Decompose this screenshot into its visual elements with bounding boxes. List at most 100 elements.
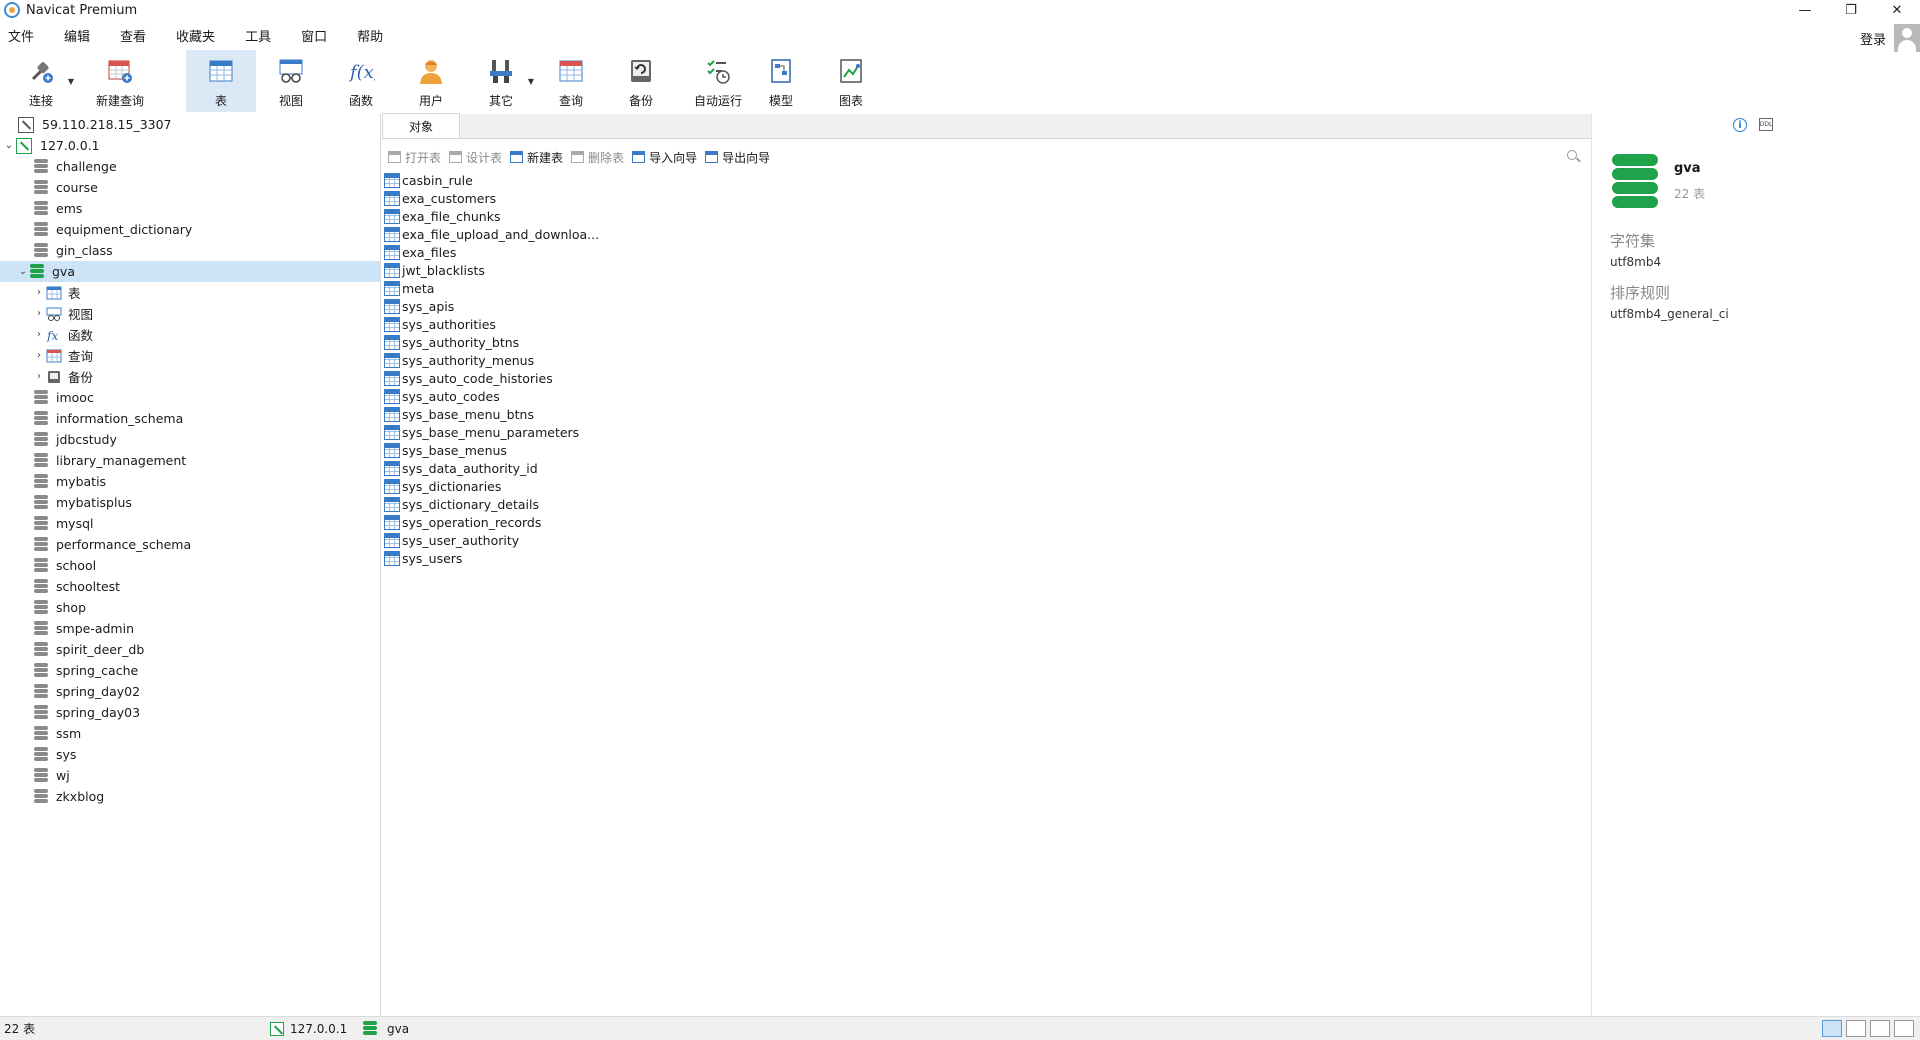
- chevron-down-icon[interactable]: ⌄: [16, 266, 30, 277]
- tree-database[interactable]: gin_class: [0, 240, 380, 261]
- menu-item[interactable]: 收藏夹: [168, 26, 227, 45]
- export-wizard-button[interactable]: 导出向导: [705, 149, 770, 166]
- grid-view-icon[interactable]: [1870, 1020, 1890, 1037]
- table-row[interactable]: sys_authorities: [382, 315, 1591, 333]
- detail-view-icon[interactable]: [1846, 1020, 1866, 1037]
- close-button[interactable]: ✕: [1874, 0, 1920, 20]
- tree-database[interactable]: sys: [0, 744, 380, 765]
- tree-database[interactable]: spring_day03: [0, 702, 380, 723]
- chevron-down-icon[interactable]: ▼: [68, 77, 74, 86]
- table-row[interactable]: sys_apis: [382, 297, 1591, 315]
- import-wizard-button[interactable]: 导入向导: [632, 149, 697, 166]
- table-row[interactable]: jwt_blacklists: [382, 261, 1591, 279]
- toolbar-button-plug[interactable]: 连接 ▼: [6, 50, 76, 112]
- tree-database[interactable]: wj: [0, 765, 380, 786]
- tree-database[interactable]: spring_day02: [0, 681, 380, 702]
- open-table-button[interactable]: 打开表: [388, 149, 441, 166]
- table-row[interactable]: exa_files: [382, 243, 1591, 261]
- table-row[interactable]: sys_dictionary_details: [382, 495, 1591, 513]
- tree-database[interactable]: school: [0, 555, 380, 576]
- login-link[interactable]: 登录: [1860, 29, 1886, 48]
- tree-database[interactable]: library_management: [0, 450, 380, 471]
- chevron-right-icon[interactable]: ›: [32, 371, 46, 382]
- chevron-right-icon[interactable]: ›: [32, 287, 46, 298]
- search-icon[interactable]: [1567, 150, 1577, 160]
- tree-database[interactable]: ⌄ gva: [0, 261, 380, 282]
- table-row[interactable]: sys_dictionaries: [382, 477, 1591, 495]
- table-row[interactable]: exa_customers: [382, 189, 1591, 207]
- tree-database[interactable]: zkxblog: [0, 786, 380, 807]
- tree-database[interactable]: mybatisplus: [0, 492, 380, 513]
- menu-item[interactable]: 帮助: [349, 26, 395, 45]
- info-icon[interactable]: i: [1733, 118, 1747, 132]
- table-row[interactable]: sys_authority_btns: [382, 333, 1591, 351]
- toolbar-button-chart[interactable]: 图表: [816, 50, 886, 112]
- tree-database[interactable]: jdbcstudy: [0, 429, 380, 450]
- minimize-button[interactable]: —: [1782, 0, 1828, 20]
- menu-item[interactable]: 窗口: [293, 26, 339, 45]
- chevron-down-icon[interactable]: ⌄: [2, 140, 16, 151]
- tree-database[interactable]: ems: [0, 198, 380, 219]
- tree-database[interactable]: mysql: [0, 513, 380, 534]
- table-row[interactable]: exa_file_chunks: [382, 207, 1591, 225]
- tree-database[interactable]: information_schema: [0, 408, 380, 429]
- tree-database[interactable]: schooltest: [0, 576, 380, 597]
- tree-database[interactable]: ssm: [0, 723, 380, 744]
- tree-object-group[interactable]: › 查询: [0, 345, 380, 366]
- table-row[interactable]: sys_base_menu_parameters: [382, 423, 1591, 441]
- table-row[interactable]: sys_base_menu_btns: [382, 405, 1591, 423]
- toolbar-button-query[interactable]: 查询: [536, 50, 606, 112]
- toolbar-button-new-query[interactable]: 新建查询: [78, 50, 162, 112]
- tree-database[interactable]: challenge: [0, 156, 380, 177]
- table-row[interactable]: sys_auto_codes: [382, 387, 1591, 405]
- table-row[interactable]: casbin_rule: [382, 171, 1591, 189]
- toolbar-button-tools[interactable]: 其它 ▼: [466, 50, 536, 112]
- tree-database[interactable]: shop: [0, 597, 380, 618]
- toolbar-button-user[interactable]: 用户: [396, 50, 466, 112]
- table-row[interactable]: sys_auto_code_histories: [382, 369, 1591, 387]
- toolbar-button-table[interactable]: 表: [186, 50, 256, 112]
- table-row[interactable]: sys_user_authority: [382, 531, 1591, 549]
- delete-table-button[interactable]: 删除表: [571, 149, 624, 166]
- tab-objects[interactable]: 对象: [382, 113, 460, 138]
- tree-object-group[interactable]: › 表: [0, 282, 380, 303]
- user-avatar-icon[interactable]: [1894, 24, 1920, 52]
- chevron-right-icon[interactable]: ›: [32, 350, 46, 361]
- menu-item[interactable]: 查看: [112, 26, 158, 45]
- new-table-button[interactable]: 新建表: [510, 149, 563, 166]
- ddl-icon[interactable]: DDL: [1759, 118, 1773, 131]
- tree-object-group[interactable]: › 视图: [0, 303, 380, 324]
- chevron-right-icon[interactable]: ›: [32, 308, 46, 319]
- tree-database[interactable]: spirit_deer_db: [0, 639, 380, 660]
- chevron-down-icon[interactable]: ▼: [528, 77, 534, 86]
- tree-database[interactable]: smpe-admin: [0, 618, 380, 639]
- tree-connection[interactable]: ⌄ 127.0.0.1: [0, 135, 380, 156]
- table-row[interactable]: meta: [382, 279, 1591, 297]
- table-row[interactable]: sys_data_authority_id: [382, 459, 1591, 477]
- table-row[interactable]: sys_users: [382, 549, 1591, 567]
- toolbar-button-model[interactable]: 模型: [746, 50, 816, 112]
- toolbar-button-view[interactable]: 视图: [256, 50, 326, 112]
- design-table-button[interactable]: 设计表: [449, 149, 502, 166]
- tree-database[interactable]: equipment_dictionary: [0, 219, 380, 240]
- menu-item[interactable]: 编辑: [56, 26, 102, 45]
- table-row[interactable]: sys_authority_menus: [382, 351, 1591, 369]
- tree-database[interactable]: mybatis: [0, 471, 380, 492]
- tree-connection[interactable]: 59.110.218.15_3307: [0, 114, 380, 135]
- tree-database[interactable]: performance_schema: [0, 534, 380, 555]
- tree-object-group[interactable]: › fx 函数: [0, 324, 380, 345]
- restore-button[interactable]: ❐: [1828, 0, 1874, 20]
- list-view-icon[interactable]: [1822, 1020, 1842, 1037]
- toolbar-button-backup[interactable]: 备份: [606, 50, 676, 112]
- tree-object-group[interactable]: › 备份: [0, 366, 380, 387]
- table-row[interactable]: sys_base_menus: [382, 441, 1591, 459]
- toolbar-button-function[interactable]: f(x) 函数: [326, 50, 396, 112]
- menu-item[interactable]: 文件: [0, 26, 46, 45]
- table-row[interactable]: sys_operation_records: [382, 513, 1591, 531]
- menu-item[interactable]: 工具: [237, 26, 283, 45]
- table-row[interactable]: exa_file_upload_and_downloa...: [382, 225, 1591, 243]
- er-view-icon[interactable]: [1894, 1020, 1914, 1037]
- tree-database[interactable]: imooc: [0, 387, 380, 408]
- tree-database[interactable]: course: [0, 177, 380, 198]
- chevron-right-icon[interactable]: ›: [32, 329, 46, 340]
